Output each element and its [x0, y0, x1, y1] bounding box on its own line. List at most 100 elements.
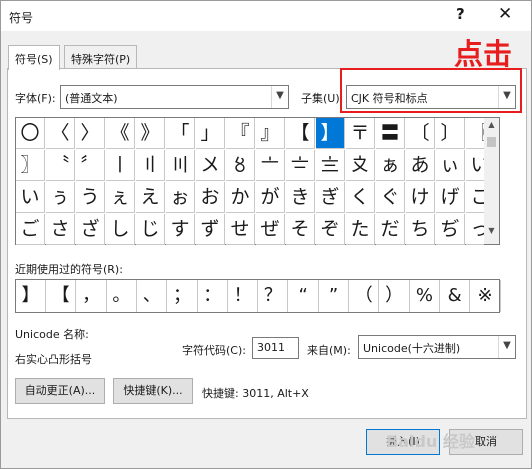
watermark-logo: Baidu 经验	[386, 432, 475, 451]
symbol-cell[interactable]: 【	[286, 118, 315, 149]
recent-symbol-cell[interactable]: ？	[258, 280, 289, 312]
recent-symbol-cell[interactable]: （	[349, 280, 380, 312]
unicode-name-label: Unicode 名称:	[15, 328, 89, 341]
close-icon[interactable]: ✕	[498, 4, 512, 24]
symbol-cell[interactable]: 」	[196, 118, 225, 149]
symbol-cell[interactable]: せ	[226, 214, 255, 245]
symbol-cell[interactable]: し	[106, 214, 135, 245]
recent-symbol-cell[interactable]: 。	[107, 280, 137, 312]
symbol-cell[interactable]: ぇ	[106, 182, 135, 213]
recent-symbol-cell[interactable]: %	[410, 280, 440, 312]
symbol-cell[interactable]: く	[346, 182, 375, 213]
symbol-cell[interactable]: け	[406, 182, 435, 213]
recent-symbol-cell[interactable]: ，	[77, 280, 107, 312]
symbol-cell[interactable]: ぉ	[166, 182, 195, 213]
symbol-cell[interactable]: き	[286, 182, 315, 213]
symbol-cell[interactable]: あ	[406, 150, 435, 181]
symbol-cell[interactable]: 》	[136, 118, 165, 149]
symbol-cell[interactable]: ぜ	[256, 214, 285, 245]
symbol-cell[interactable]: い	[16, 182, 45, 213]
symbol-cell[interactable]: 〈	[46, 118, 75, 149]
autocorrect-button[interactable]: 自动更正(A)...	[15, 378, 105, 404]
chevron-down-icon: ▼	[498, 336, 515, 358]
symbol-cell[interactable]: ぁ	[376, 150, 405, 181]
recent-symbol-cell[interactable]: &	[440, 280, 471, 312]
symbol-cell[interactable]: 〉	[76, 118, 105, 149]
recent-symbol-cell[interactable]: ：	[198, 280, 228, 312]
symbol-cell[interactable]: げ	[436, 182, 465, 213]
symbol-cell[interactable]: 《	[106, 118, 135, 149]
symbol-cell[interactable]: ぎ	[316, 182, 345, 213]
symbol-cell[interactable]: え	[136, 182, 165, 213]
symbol-cell[interactable]: 〔	[406, 118, 435, 149]
symbol-cell[interactable]: 】	[316, 118, 345, 149]
symbol-cell[interactable]: 「	[166, 118, 195, 149]
symbol-cell[interactable]: 〡	[106, 150, 135, 181]
symbol-cell[interactable]: が	[256, 182, 285, 213]
symbol-cell[interactable]: 〢	[136, 150, 165, 181]
from-label: 来自(M):	[307, 344, 351, 357]
symbol-cell[interactable]: ぃ	[436, 150, 465, 181]
symbol-cell[interactable]: 〝	[46, 150, 75, 181]
subset-label: 子集(U):	[301, 92, 344, 105]
symbol-cell[interactable]: 〧	[286, 150, 315, 181]
symbol-cell[interactable]: う	[76, 182, 105, 213]
symbol-cell[interactable]: 』	[256, 118, 285, 149]
char-code-label: 字符代码(C):	[182, 344, 246, 357]
symbol-cell[interactable]: ぅ	[46, 182, 75, 213]
annotation-highlight-box	[340, 68, 522, 113]
recent-label: 近期使用过的符号(R):	[15, 263, 123, 276]
symbol-cell[interactable]: ぢ	[436, 214, 465, 245]
symbol-cell[interactable]: 〕	[436, 118, 465, 149]
symbol-cell[interactable]: ぐ	[376, 182, 405, 213]
symbol-cell[interactable]: そ	[286, 214, 315, 245]
symbol-cell[interactable]: 〥	[226, 150, 255, 181]
help-icon[interactable]: ?	[456, 5, 465, 23]
tab-special-characters[interactable]: 特殊字符(P)	[64, 45, 138, 69]
recent-symbol-cell[interactable]: ！	[228, 280, 259, 312]
symbol-cell[interactable]: 〣	[166, 150, 195, 181]
symbol-cell[interactable]: 〩	[346, 150, 375, 181]
symbol-cell[interactable]: た	[346, 214, 375, 245]
symbol-cell[interactable]: ざ	[76, 214, 105, 245]
scroll-up-icon[interactable]: ▲	[484, 120, 499, 136]
recent-symbol-cell[interactable]: ）	[380, 280, 410, 312]
recent-symbol-cell[interactable]: 】	[16, 280, 46, 312]
symbol-cell[interactable]: 〦	[256, 150, 285, 181]
recent-symbol-cell[interactable]: 、	[137, 280, 168, 312]
symbol-cell[interactable]: 〗	[16, 150, 45, 181]
grid-scrollbar[interactable]: ▲ ▼	[484, 117, 500, 245]
symbol-cell[interactable]: ご	[16, 214, 45, 245]
symbol-cell[interactable]: じ	[136, 214, 165, 245]
recent-symbol-cell[interactable]: ；	[168, 280, 198, 312]
recent-symbol-cell[interactable]: “	[289, 280, 319, 312]
symbol-cell[interactable]: 〤	[196, 150, 225, 181]
symbol-cell[interactable]: 〒	[346, 118, 375, 149]
symbol-cell[interactable]: ず	[196, 214, 225, 245]
symbol-cell[interactable]: 〓	[376, 118, 405, 149]
from-select-value: Unicode(十六进制)	[363, 342, 461, 355]
symbol-cell[interactable]: ち	[406, 214, 435, 245]
title-bar: 符号 ? ✕	[1, 1, 531, 31]
scroll-down-icon[interactable]: ▼	[484, 226, 499, 242]
symbol-cell[interactable]: す	[166, 214, 195, 245]
annotation-text: 点击	[454, 37, 513, 71]
symbol-cell[interactable]: お	[196, 182, 225, 213]
symbol-cell[interactable]: か	[226, 182, 255, 213]
recent-symbol-cell[interactable]: ※	[471, 280, 501, 312]
symbol-cell[interactable]: 〨	[316, 150, 345, 181]
symbol-cell[interactable]: 〞	[76, 150, 105, 181]
shortcut-key-button[interactable]: 快捷键(K)...	[113, 378, 193, 404]
symbol-cell[interactable]: 〇	[16, 118, 45, 149]
symbol-cell[interactable]: さ	[46, 214, 75, 245]
char-code-input[interactable]: 3011	[252, 337, 299, 359]
symbol-cell[interactable]: 『	[226, 118, 255, 149]
symbol-cell[interactable]: だ	[376, 214, 405, 245]
from-select[interactable]: Unicode(十六进制) ▼	[358, 335, 516, 359]
symbol-cell[interactable]: ぞ	[316, 214, 345, 245]
scroll-thumb[interactable]	[487, 137, 496, 147]
recent-symbol-cell[interactable]: ”	[319, 280, 349, 312]
font-select[interactable]: (普通文本) ▼	[60, 85, 289, 109]
recent-symbol-cell[interactable]: 【	[46, 280, 77, 312]
tab-symbols[interactable]: 符号(S)	[8, 45, 60, 70]
